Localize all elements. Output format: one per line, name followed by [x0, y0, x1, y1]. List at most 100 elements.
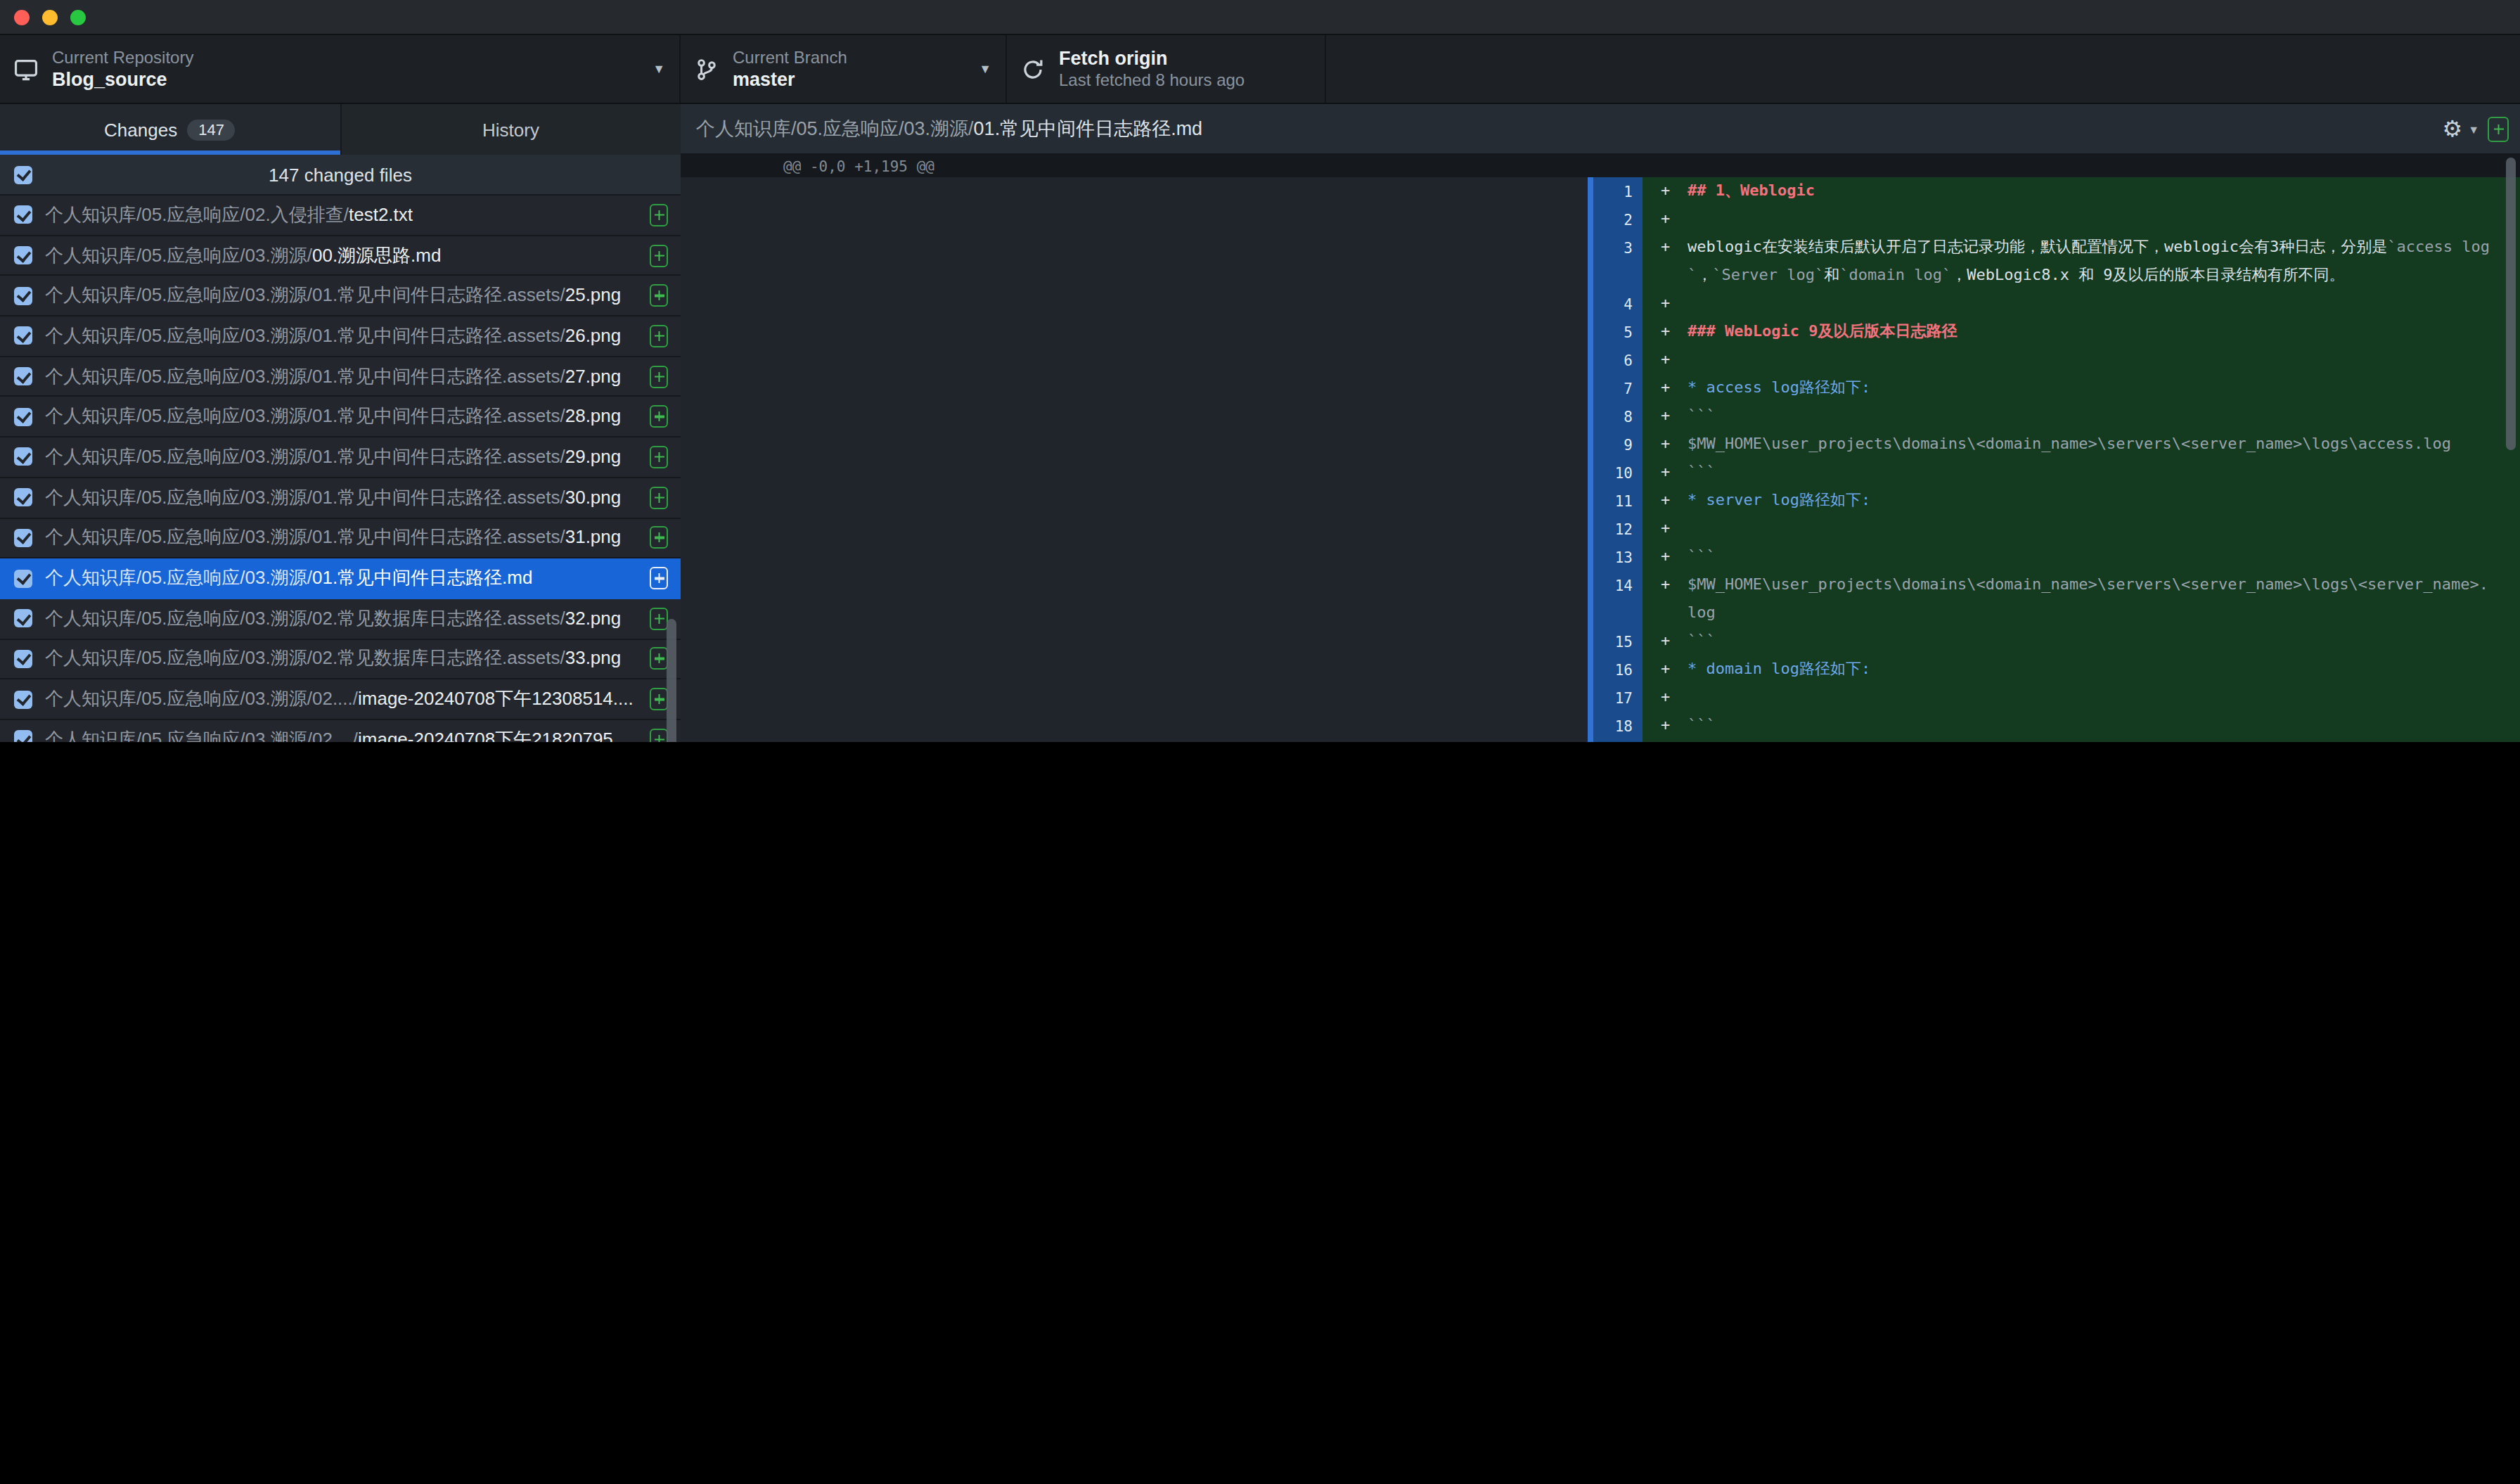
- changes-sidebar: Changes 147 History 147 changed files 个人…: [0, 104, 681, 742]
- diff-line: `，`Server log`和`domain log`，WebLogic8.x …: [681, 262, 2520, 290]
- current-repository-button[interactable]: Current Repository Blog_source ▼: [0, 35, 681, 103]
- file-row[interactable]: 个人知识库/05.应急响应/03.溯源/02.常见数据库日志路径.assets/…: [0, 599, 681, 639]
- added-file-icon: [650, 284, 668, 307]
- branch-icon: [695, 57, 719, 81]
- expand-diff-icon[interactable]: [2488, 116, 2509, 141]
- file-row[interactable]: 个人知识库/05.应急响应/03.溯源/01.常见中间件日志路径.md: [0, 558, 681, 599]
- current-branch-button[interactable]: Current Branch master ▼: [681, 35, 1007, 103]
- diff-line-number: 1: [1588, 177, 1642, 205]
- file-path: 个人知识库/05.应急响应/03.溯源/02..../image-2024070…: [45, 686, 650, 712]
- diff-options-caret[interactable]: ▼: [2468, 124, 2479, 136]
- file-checkbox[interactable]: [14, 327, 32, 345]
- file-checkbox[interactable]: [14, 731, 32, 742]
- gear-icon[interactable]: ⚙: [2442, 115, 2462, 142]
- file-row[interactable]: 个人知识库/05.应急响应/03.溯源/01.常见中间件日志路径.assets/…: [0, 397, 681, 437]
- diff-line: 11+* server log路径如下:: [681, 487, 2520, 515]
- diff-line-number: 10: [1588, 459, 1642, 487]
- repository-dropdown-caret: ▼: [619, 62, 665, 76]
- diff-line: log: [681, 599, 2520, 627]
- current-branch-label: Current Branch: [733, 47, 847, 68]
- diff-line-number: 12: [1588, 515, 1642, 543]
- diff-line-number: 5: [1588, 318, 1642, 346]
- diff-line: 4+: [681, 290, 2520, 318]
- file-checkbox[interactable]: [14, 408, 32, 426]
- file-row[interactable]: 个人知识库/05.应急响应/03.溯源/01.常见中间件日志路径.assets/…: [0, 478, 681, 518]
- toolbar: Current Repository Blog_source ▼ Current…: [0, 35, 2520, 104]
- diff-line-number: 7: [1588, 374, 1642, 402]
- diff-line: 3+weblogic在安装结束后默认开启了日志记录功能，默认配置情况下，webl…: [681, 234, 2520, 262]
- fetch-origin-button[interactable]: Fetch origin Last fetched 8 hours ago: [1007, 35, 1326, 103]
- file-list-scrollbar[interactable]: [667, 619, 676, 742]
- file-row[interactable]: 个人知识库/05.应急响应/03.溯源/01.常见中间件日志路径.assets/…: [0, 518, 681, 558]
- file-row[interactable]: 个人知识库/05.应急响应/03.溯源/02..../image-2024070…: [0, 680, 681, 720]
- added-file-icon: [650, 486, 668, 508]
- file-row[interactable]: 个人知识库/05.应急响应/03.溯源/01.常见中间件日志路径.assets/…: [0, 276, 681, 316]
- file-row[interactable]: 个人知识库/05.应急响应/03.溯源/01.常见中间件日志路径.assets/…: [0, 437, 681, 478]
- added-file-icon: [650, 567, 668, 589]
- diff-line-number: 6: [1588, 346, 1642, 374]
- diff-line: 16+* domain log路径如下:: [681, 655, 2520, 684]
- tab-history[interactable]: History: [340, 104, 681, 155]
- sidebar-tabs: Changes 147 History: [0, 104, 681, 155]
- added-file-icon: [650, 446, 668, 468]
- diff-scrollbar[interactable]: [2506, 158, 2516, 450]
- diff-line-number: 4: [1588, 290, 1642, 318]
- branch-dropdown-caret: ▼: [945, 62, 991, 76]
- diff-line-number: 14: [1588, 571, 1642, 599]
- file-row[interactable]: 个人知识库/05.应急响应/03.溯源/02..../image-2024070…: [0, 720, 681, 742]
- file-checkbox[interactable]: [14, 448, 32, 466]
- diff-line: 6+: [681, 346, 2520, 374]
- file-path: 个人知识库/05.应急响应/03.溯源/01.常见中间件日志路径.assets/…: [45, 364, 650, 389]
- maximize-window-button[interactable]: [70, 9, 86, 25]
- added-file-icon: [650, 688, 668, 710]
- diff-line: 15+```: [681, 627, 2520, 655]
- file-path: 个人知识库/05.应急响应/03.溯源/02..../image-2024070…: [45, 727, 650, 742]
- toolbar-spacer: [1326, 35, 2520, 103]
- diff-line-number: 9: [1588, 430, 1642, 459]
- diff-line: 2+: [681, 205, 2520, 234]
- file-checkbox[interactable]: [14, 650, 32, 668]
- file-checkbox[interactable]: [14, 206, 32, 224]
- tab-changes[interactable]: Changes 147: [0, 104, 340, 155]
- diff-line: 17+: [681, 684, 2520, 712]
- diff-line-number: 16: [1588, 655, 1642, 684]
- diff-line: 7+* access log路径如下:: [681, 374, 2520, 402]
- close-window-button[interactable]: [14, 9, 30, 25]
- file-checkbox[interactable]: [14, 246, 32, 264]
- diff-line-number: 18: [1588, 712, 1642, 740]
- added-file-icon: [650, 406, 668, 428]
- changed-files-count: 147 changed files: [0, 164, 681, 185]
- changed-files-header: 147 changed files: [0, 155, 681, 196]
- file-checkbox[interactable]: [14, 286, 32, 305]
- file-row[interactable]: 个人知识库/05.应急响应/03.溯源/01.常见中间件日志路径.assets/…: [0, 316, 681, 357]
- current-repository-label: Current Repository: [52, 47, 193, 68]
- diff-line-number: 2: [1588, 205, 1642, 234]
- diff-line-number: 19: [1588, 740, 1642, 742]
- file-checkbox[interactable]: [14, 690, 32, 708]
- hunk-header: @@ -0,0 +1,195 @@: [681, 155, 2520, 177]
- file-row[interactable]: 个人知识库/05.应急响应/03.溯源/00.溯源思路.md: [0, 236, 681, 276]
- added-file-icon: [650, 365, 668, 388]
- minimize-window-button[interactable]: [42, 9, 58, 25]
- file-checkbox[interactable]: [14, 488, 32, 506]
- added-file-icon: [650, 729, 668, 742]
- github-desktop-window: Current Repository Blog_source ▼ Current…: [0, 0, 2520, 742]
- diff-line: 8+```: [681, 402, 2520, 430]
- diff-line: 18+```: [681, 712, 2520, 740]
- main-content: Changes 147 History 147 changed files 个人…: [0, 104, 2520, 742]
- file-path: 个人知识库/05.应急响应/03.溯源/01.常见中间件日志路径.md: [45, 565, 650, 591]
- file-row[interactable]: 个人知识库/05.应急响应/03.溯源/01.常见中间件日志路径.assets/…: [0, 357, 681, 397]
- diff-line-number: [1588, 262, 1642, 290]
- file-checkbox[interactable]: [14, 529, 32, 547]
- diff-body: 1+## 1、Weblogic2+3+weblogic在安装结束后默认开启了日志…: [681, 177, 2520, 742]
- diff-pane: 个人知识库/05.应急响应/03.溯源/01.常见中间件日志路径.md ⚙ ▼ …: [681, 104, 2520, 742]
- added-file-icon: [650, 244, 668, 267]
- file-row[interactable]: 个人知识库/05.应急响应/02.入侵排查/test2.txt: [0, 196, 681, 236]
- file-checkbox[interactable]: [14, 569, 32, 587]
- file-checkbox[interactable]: [14, 367, 32, 385]
- file-row[interactable]: 个人知识库/05.应急响应/03.溯源/02.常见数据库日志路径.assets/…: [0, 639, 681, 679]
- file-path: 个人知识库/05.应急响应/03.溯源/02.常见数据库日志路径.assets/…: [45, 646, 650, 672]
- diff-file-name: 01.常见中间件日志路径.md: [974, 116, 1203, 141]
- file-checkbox[interactable]: [14, 609, 32, 627]
- diff-line-number: 11: [1588, 487, 1642, 515]
